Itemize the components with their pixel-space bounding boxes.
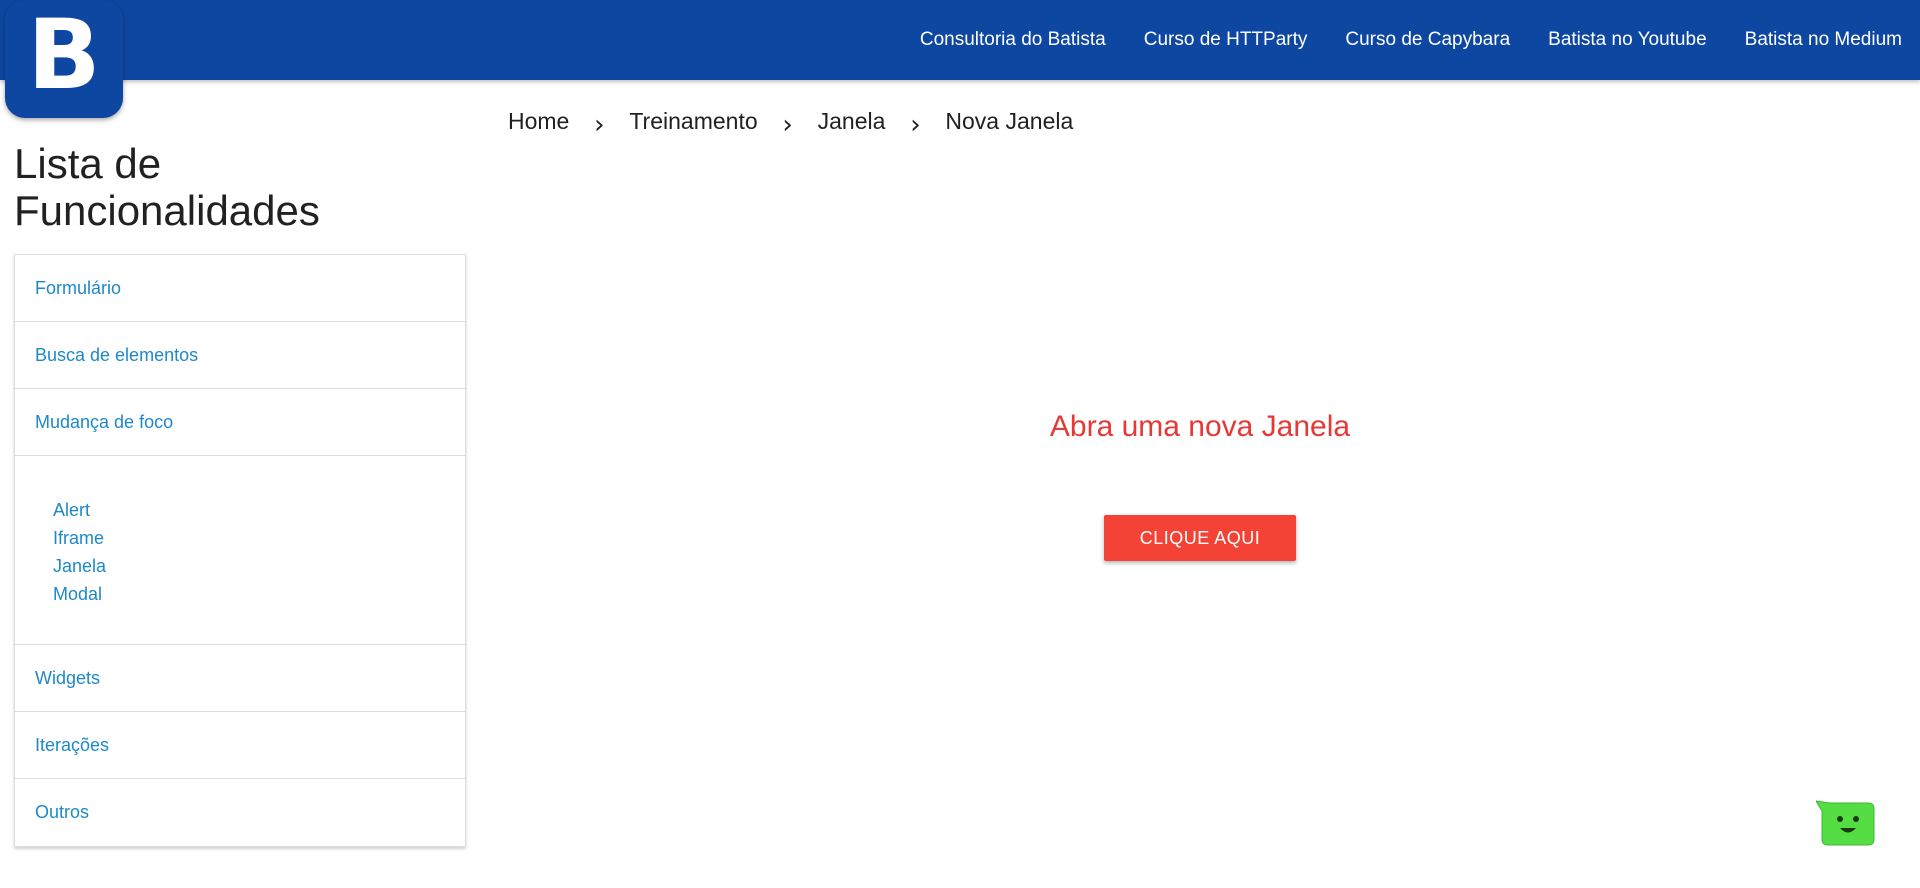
sidebar-item-outros[interactable]: Outros: [15, 779, 465, 846]
nav-link-consultoria[interactable]: Consultoria do Batista: [920, 29, 1106, 51]
breadcrumb-current-page: Nova Janela: [945, 107, 1074, 134]
sidebar-item-busca-elementos[interactable]: Busca de elementos: [15, 322, 465, 389]
sidebar-item-mudanca-foco[interactable]: Mudança de foco: [15, 389, 465, 456]
submenu-link-modal[interactable]: Modal: [53, 580, 465, 608]
nav-link-medium[interactable]: Batista no Medium: [1745, 29, 1902, 51]
chevron-right-icon: ›: [782, 110, 793, 140]
feature-list: Formulário Busca de elementos Mudança de…: [14, 254, 466, 847]
submenu-link-iframe[interactable]: Iframe: [53, 524, 465, 552]
mudanca-foco-submenu: Alert Iframe Janela Modal: [15, 456, 465, 645]
nav-links: Consultoria do Batista Curso de HTTParty…: [882, 0, 1902, 80]
sidebar-title: Lista de Funcionalidades: [14, 140, 320, 234]
sidebar-title-line1: Lista de: [14, 140, 162, 187]
nav-link-capybara[interactable]: Curso de Capybara: [1345, 29, 1510, 51]
submenu-link-janela[interactable]: Janela: [53, 552, 465, 580]
smiley-chat-icon: [1815, 800, 1875, 846]
sidebar-title-line2: Funcionalidades: [14, 187, 320, 234]
sidebar-item-iteracoes[interactable]: Iterações: [15, 712, 465, 779]
sidebar-item-formulario[interactable]: Formulário: [15, 255, 465, 322]
nav-link-youtube[interactable]: Batista no Youtube: [1548, 29, 1706, 51]
breadcrumb: Home › Treinamento › Janela › Nova Janel…: [508, 106, 1074, 141]
breadcrumb-janela[interactable]: Janela: [818, 108, 886, 135]
sidebar-item-widgets[interactable]: Widgets: [15, 645, 465, 712]
top-navbar: Consultoria do Batista Curso de HTTParty…: [0, 0, 1920, 80]
chevron-right-icon: ›: [910, 110, 921, 140]
logo-letter: B: [27, 0, 101, 111]
breadcrumb-home[interactable]: Home: [508, 108, 569, 135]
page-heading: Abra uma nova Janela: [1049, 410, 1351, 443]
chevron-right-icon: ›: [594, 110, 605, 140]
nav-link-httparty[interactable]: Curso de HTTParty: [1144, 29, 1308, 51]
breadcrumb-treinamento[interactable]: Treinamento: [629, 108, 757, 135]
submenu-link-alert[interactable]: Alert: [53, 496, 465, 524]
chat-widget-button[interactable]: [1815, 799, 1876, 849]
brand-logo[interactable]: B: [5, 0, 123, 118]
open-window-button[interactable]: CLIQUE AQUI: [1104, 515, 1296, 561]
